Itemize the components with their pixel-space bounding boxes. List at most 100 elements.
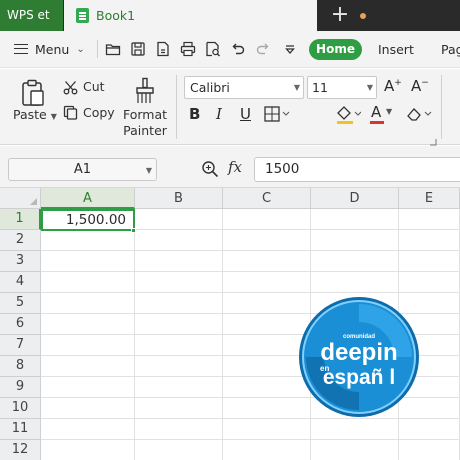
format-painter-button[interactable]: Format Painter xyxy=(123,107,167,139)
format-painter-label-line1: Format xyxy=(123,107,168,122)
insert-function-button[interactable]: fx xyxy=(228,158,242,176)
copy-label: Copy xyxy=(83,105,115,120)
font-color-label: A xyxy=(371,103,382,121)
open-folder-icon[interactable] xyxy=(105,41,121,57)
gridline-horizontal xyxy=(41,439,460,440)
active-cell-a1[interactable]: 1,500.00 xyxy=(41,209,135,231)
cut-label: Cut xyxy=(83,79,105,94)
gridline-horizontal xyxy=(41,271,460,272)
tab-page-layout[interactable]: Pag xyxy=(441,39,460,60)
clear-format-button[interactable] xyxy=(406,106,432,122)
chevron-down-icon: ▼ xyxy=(366,83,373,92)
name-box-value: A1 xyxy=(73,162,92,177)
row-header-11[interactable]: 11 xyxy=(0,419,41,440)
font-color-button[interactable]: A ▼ xyxy=(369,103,395,125)
paste-icon[interactable] xyxy=(20,79,46,107)
unsaved-dot-icon xyxy=(360,13,366,19)
spreadsheet-doc-icon xyxy=(76,8,89,23)
title-tab-bar: WPS et Book1 + xyxy=(0,0,460,31)
font-color-swatch xyxy=(370,121,384,124)
format-painter-icon[interactable] xyxy=(134,77,156,105)
home-ribbon: Paste ▼ Cut Copy Format Painter Calibri … xyxy=(0,69,460,146)
main-menu-label: Menu xyxy=(35,41,70,57)
tab-insert-label: Insert xyxy=(378,42,414,57)
column-header-d[interactable]: D xyxy=(311,188,399,209)
column-header-b[interactable]: B xyxy=(135,188,223,209)
font-size-value: 11 xyxy=(312,80,328,95)
copy-button[interactable]: Copy xyxy=(83,105,115,120)
main-menu-button[interactable]: Menu ⌄ xyxy=(14,39,85,59)
column-header-e[interactable]: E xyxy=(399,188,460,209)
gridline-horizontal xyxy=(41,250,460,251)
divider xyxy=(176,75,177,139)
underline-label: U xyxy=(240,105,251,123)
plus-icon: + xyxy=(330,2,350,27)
row-header-4[interactable]: 4 xyxy=(0,272,41,293)
row-header-7[interactable]: 7 xyxy=(0,335,41,356)
font-name-select[interactable]: Calibri ▼ xyxy=(184,76,304,99)
scissors-icon xyxy=(63,80,78,95)
chevron-down-icon: ▼ xyxy=(145,166,152,175)
bold-button[interactable]: B xyxy=(189,105,200,123)
deepin-en-espanol-logo: comunidad deepin en españ l xyxy=(298,296,420,418)
document-tab[interactable]: Book1 xyxy=(64,0,366,31)
paste-dropdown-icon: ▼ xyxy=(50,112,57,121)
column-header-a[interactable]: A xyxy=(41,188,135,209)
row-header-9[interactable]: 9 xyxy=(0,377,41,398)
zoom-search-icon[interactable] xyxy=(201,160,219,178)
tab-home-label: Home xyxy=(316,42,355,56)
font-size-select[interactable]: 11 ▼ xyxy=(307,76,377,99)
tab-home[interactable]: Home xyxy=(309,39,362,60)
row-header-10[interactable]: 10 xyxy=(0,398,41,419)
undo-icon[interactable] xyxy=(230,41,246,57)
fill-color-button[interactable] xyxy=(335,105,362,125)
row-header-2[interactable]: 2 xyxy=(0,230,41,251)
row-header-5[interactable]: 5 xyxy=(0,293,41,314)
tab-insert[interactable]: Insert xyxy=(378,39,414,60)
borders-button[interactable] xyxy=(264,106,290,122)
redo-icon[interactable] xyxy=(255,41,271,57)
select-all-corner[interactable] xyxy=(0,188,41,209)
italic-button[interactable]: I xyxy=(216,105,222,123)
increase-font-size-icon[interactable]: A+ xyxy=(384,77,402,95)
bold-label: B xyxy=(189,105,201,123)
row-header-1[interactable]: 1 xyxy=(0,209,41,230)
gridline-horizontal xyxy=(41,292,460,293)
cut-button[interactable]: Cut xyxy=(83,79,105,94)
hamburger-icon xyxy=(14,44,28,54)
row-header-6[interactable]: 6 xyxy=(0,314,41,335)
format-painter-label-line2: Painter xyxy=(123,123,167,138)
chevron-down-icon: ⌄ xyxy=(76,43,85,55)
row-header-12[interactable]: 12 xyxy=(0,440,41,460)
italic-label: I xyxy=(216,105,222,123)
fx-label: fx xyxy=(228,158,243,176)
formula-input[interactable]: 1500 xyxy=(254,157,460,182)
column-header-c[interactable]: C xyxy=(223,188,311,209)
print-icon[interactable] xyxy=(180,41,196,57)
document-tab-label: Book1 xyxy=(96,8,136,23)
app-tab-label: WPS et xyxy=(7,8,50,22)
new-tab-button[interactable]: + xyxy=(326,0,354,31)
decrease-font-size-icon[interactable]: A− xyxy=(411,77,429,95)
print-preview-icon[interactable] xyxy=(205,41,221,57)
chevron-down-icon: ▼ xyxy=(293,83,300,92)
customize-quick-access-icon[interactable] xyxy=(282,41,298,57)
menu-toolbar: Menu ⌄ Home Insert Pag xyxy=(0,31,460,68)
row-header-8[interactable]: 8 xyxy=(0,356,41,377)
underline-button[interactable]: U xyxy=(240,105,251,123)
font-dialog-launcher-icon[interactable] xyxy=(429,131,437,146)
copy-icon xyxy=(63,105,78,120)
divider xyxy=(441,75,442,139)
chevron-down-icon: ▼ xyxy=(386,107,393,116)
logo-text-deepin: deepin xyxy=(320,339,397,366)
row-header-3[interactable]: 3 xyxy=(0,251,41,272)
logo-text-espanol: españ l xyxy=(323,366,395,389)
paste-button[interactable]: Paste ▼ xyxy=(13,107,57,122)
save-icon[interactable] xyxy=(130,41,146,57)
fill-handle[interactable] xyxy=(131,228,136,233)
app-tab[interactable]: WPS et xyxy=(0,0,63,31)
formula-input-value: 1500 xyxy=(265,161,300,177)
font-name-value: Calibri xyxy=(190,80,230,95)
export-pdf-icon[interactable] xyxy=(155,41,171,57)
name-box[interactable]: A1 ▼ xyxy=(8,158,157,181)
